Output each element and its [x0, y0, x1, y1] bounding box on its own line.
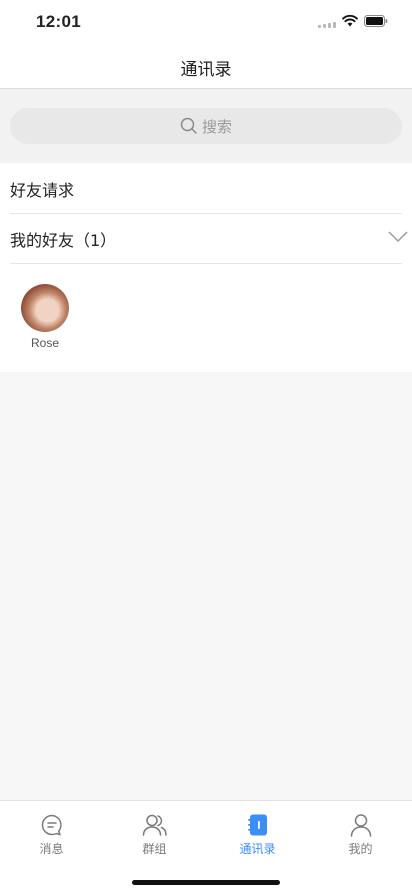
navigation-bar: 通讯录: [0, 46, 412, 89]
friend-requests-row[interactable]: 好友请求: [10, 163, 402, 214]
tab-groups[interactable]: 群组: [103, 809, 206, 857]
avatar[interactable]: [21, 284, 69, 332]
page-title: 通讯录: [180, 60, 232, 80]
search-input[interactable]: 搜索: [10, 108, 402, 144]
friend-name: Rose: [30, 336, 59, 350]
tab-messages[interactable]: 消息: [0, 809, 103, 857]
contacts-book-icon: [247, 814, 267, 836]
search-area: 搜索: [0, 89, 412, 163]
message-icon: [41, 814, 62, 836]
tab-contacts-label: 通讯录: [239, 842, 276, 856]
status-time: 12:01: [36, 12, 81, 31]
cellular-signal-icon: [318, 20, 338, 28]
friend-item[interactable]: Rose: [20, 284, 70, 350]
contacts-section: 好友请求 我的好友（1） Rose: [0, 163, 412, 372]
chevron-down-icon[interactable]: [388, 231, 408, 243]
search-icon: [180, 117, 197, 134]
status-bar: 12:01: [0, 0, 412, 46]
tab-profile[interactable]: 我的: [309, 809, 412, 857]
tab-groups-label: 群组: [142, 842, 167, 856]
my-friends-row[interactable]: 我的好友（1）: [10, 213, 408, 264]
profile-icon: [350, 814, 371, 837]
group-icon: [142, 814, 167, 836]
search-placeholder: 搜索: [201, 117, 232, 136]
tab-messages-label: 消息: [39, 842, 64, 856]
tab-contacts[interactable]: 通讯录: [206, 809, 309, 857]
wifi-icon: [342, 14, 358, 27]
my-friends-label: 我的好友（1）: [10, 231, 117, 250]
battery-icon: [364, 15, 388, 27]
tab-profile-label: 我的: [348, 842, 373, 856]
home-indicator[interactable]: [132, 880, 280, 885]
friend-requests-label: 好友请求: [10, 181, 75, 200]
